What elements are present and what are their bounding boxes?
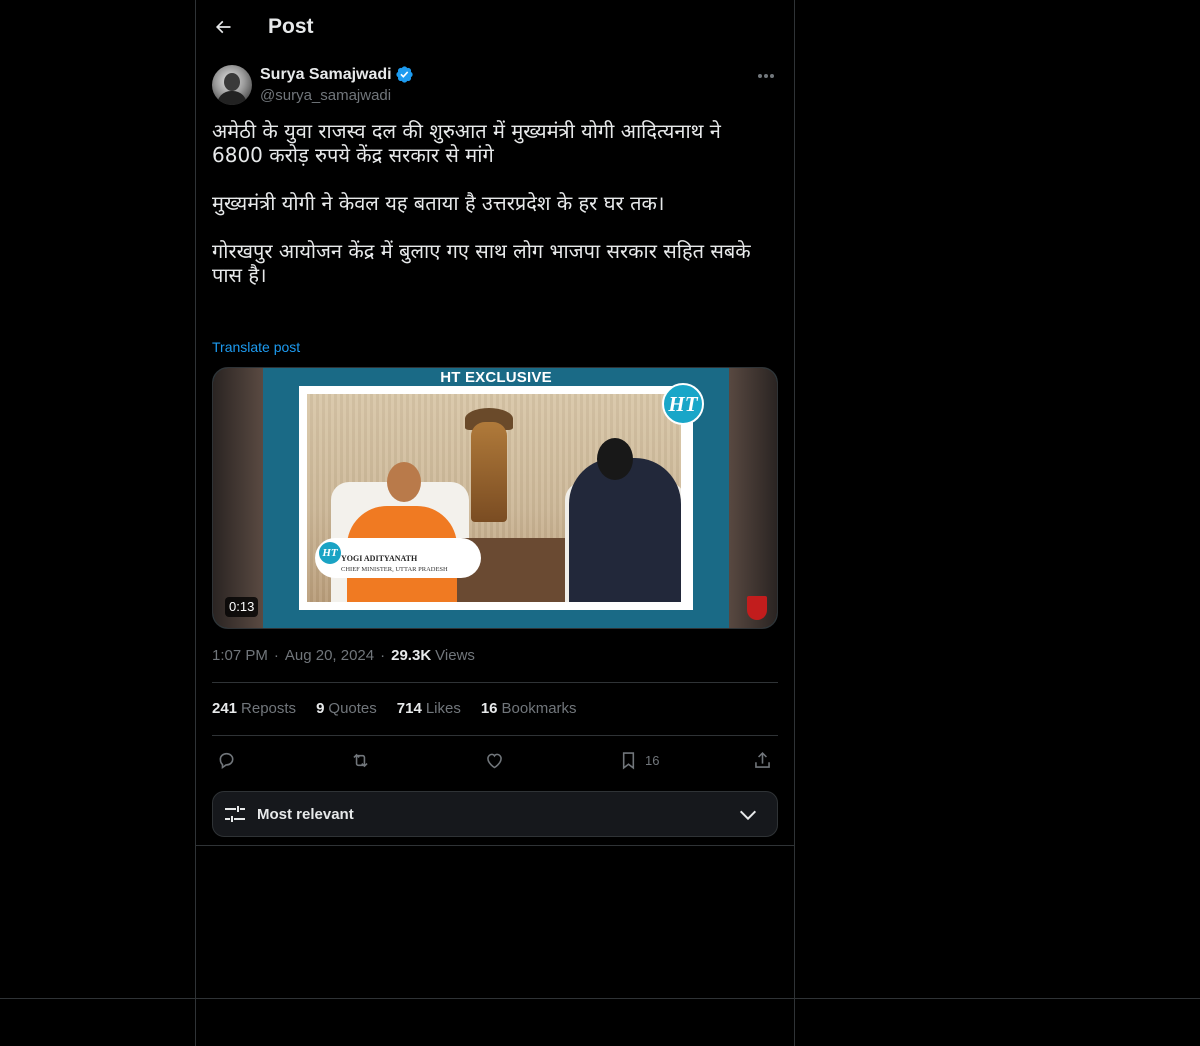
bookmarks-stat[interactable]: 16 Bookmarks	[481, 700, 577, 717]
reply-sort-dropdown[interactable]: Most relevant	[212, 791, 778, 837]
video-letterbox-left	[213, 368, 263, 628]
views-label: Views	[435, 647, 475, 664]
ht-logo: HT	[662, 383, 704, 425]
channel-badge-icon	[747, 596, 767, 620]
page-header: Post	[196, 0, 794, 54]
author-name-row: Surya Samajwadi	[260, 65, 414, 84]
engagement-stats: 241 Reposts 9 Quotes 714 Likes 16 Bookmarks	[212, 700, 597, 717]
meta-separator: ·	[273, 647, 279, 664]
caption-logo: HT	[319, 542, 341, 564]
video-letterbox-right	[727, 368, 777, 628]
meta-separator: ·	[380, 647, 386, 664]
bookmark-button[interactable]: 16	[618, 746, 659, 774]
more-options-button[interactable]	[754, 66, 778, 86]
post-meta: 1:07 PM · Aug 20, 2024 · 29.3K Views	[212, 647, 475, 664]
views-count: 29.3K	[391, 647, 432, 664]
video-duration: 0:13	[225, 597, 259, 617]
quotes-label: Quotes	[328, 700, 377, 717]
verified-badge-icon[interactable]	[395, 65, 414, 84]
post-bottom-divider	[195, 845, 795, 846]
likes-label: Likes	[425, 700, 461, 717]
avatar[interactable]	[212, 65, 252, 105]
post-text: अमेठी के युवा राजस्व दल की शुरुआत में मु…	[212, 119, 751, 287]
more-dot-icon	[770, 74, 774, 78]
back-button[interactable]	[206, 10, 240, 44]
translate-post-link[interactable]: Translate post	[212, 339, 300, 355]
post-date[interactable]: Aug 20, 2024	[285, 647, 374, 664]
likes-stat[interactable]: 714 Likes	[397, 700, 461, 717]
sort-label: Most relevant	[257, 805, 354, 823]
like-button[interactable]	[484, 746, 505, 774]
repost-icon	[353, 753, 368, 767]
sliders-icon	[225, 806, 245, 822]
post-actions: 16	[212, 746, 778, 774]
caption-role: CHIEF MINISTER, UTTAR PRADESH	[341, 566, 448, 573]
share-icon	[755, 751, 770, 768]
reply-icon	[219, 752, 234, 769]
arrow-left-icon	[215, 20, 231, 34]
more-dot-icon	[758, 74, 762, 78]
reposts-label: Reposts	[241, 700, 297, 717]
video-scene: HT YOGI ADITYANATH CHIEF MINISTER, UTTAR…	[307, 394, 681, 602]
heart-icon	[487, 753, 502, 768]
quotes-count: 9	[316, 700, 325, 717]
bookmark-count: 16	[645, 752, 660, 768]
actions-top-divider	[212, 735, 778, 736]
bookmark-icon	[622, 751, 635, 770]
likes-count: 714	[396, 700, 422, 717]
repost-button[interactable]	[350, 746, 371, 774]
page-bottom-divider	[0, 998, 1200, 999]
video-banner: HT EXCLUSIVE	[440, 369, 552, 386]
more-dot-icon	[764, 74, 768, 78]
reposts-stat[interactable]: 241 Reposts	[212, 700, 296, 717]
quotes-stat[interactable]: 9 Quotes	[316, 700, 377, 717]
bookmarks-count: 16	[480, 700, 498, 717]
reposts-count: 241	[212, 700, 238, 717]
post-author: Surya Samajwadi @surya_samajwadi	[212, 64, 778, 108]
caption-name: YOGI ADITYANATH	[341, 554, 418, 563]
share-button[interactable]	[752, 746, 773, 774]
stats-top-divider	[212, 682, 778, 683]
reply-button[interactable]	[216, 746, 237, 774]
page-title: Post	[268, 15, 314, 38]
author-name[interactable]: Surya Samajwadi	[260, 66, 392, 84]
chevron-down-icon	[739, 810, 757, 821]
video-thumbnail[interactable]: HT EXCLUSIVE HT YOGI ADITYANATH CHIEF MI…	[212, 367, 778, 629]
post-time[interactable]: 1:07 PM	[212, 647, 268, 664]
bookmarks-label: Bookmarks	[501, 700, 577, 717]
author-handle[interactable]: @surya_samajwadi	[260, 87, 391, 104]
